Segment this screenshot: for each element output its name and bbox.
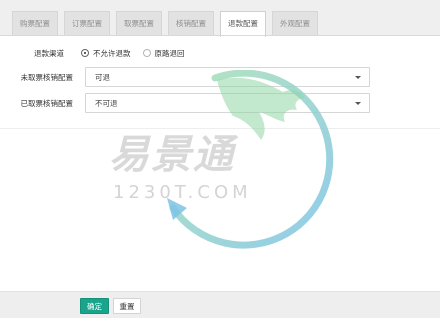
- ticketed-verify-select[interactable]: 不可退: [85, 93, 370, 113]
- tab-bar: 购票配置 订票配置 取票配置 核销配置 退款配置 外观配置: [0, 0, 440, 37]
- tab-refund-config[interactable]: 退款配置: [220, 11, 266, 37]
- unticketed-verify-label: 未取票核销配置: [20, 73, 74, 82]
- reset-button[interactable]: 重置: [113, 298, 141, 314]
- tab-bar-divider: [0, 35, 440, 36]
- tab-booking-config[interactable]: 订票配置: [64, 11, 110, 36]
- radio-option-original-route[interactable]: 原路退回: [142, 48, 185, 59]
- radio-option-no-refund[interactable]: 不允许退款: [81, 48, 131, 59]
- unticketed-verify-select[interactable]: 可退: [85, 67, 370, 87]
- radio-option-label: 不允许退款: [93, 48, 131, 58]
- watermark-domain-text: 1230T.COM: [113, 182, 252, 203]
- radio-option-label: 原路退回: [154, 48, 185, 58]
- caret-down-icon: [355, 76, 361, 79]
- tab-verify-config[interactable]: 核销配置: [168, 11, 214, 36]
- radio-unchecked-icon[interactable]: [142, 49, 151, 57]
- radio-checked-icon[interactable]: [81, 49, 89, 57]
- caret-down-icon: [355, 102, 361, 105]
- confirm-button[interactable]: 确定: [80, 298, 109, 314]
- watermark-brand-text: 易景通: [109, 132, 239, 178]
- tab-appearance-config[interactable]: 外观配置: [272, 11, 318, 36]
- tab-purchase-config[interactable]: 购票配置: [12, 11, 58, 36]
- select-value: 可退: [95, 73, 110, 82]
- ticketed-verify-label: 已取票核销配置: [20, 99, 74, 108]
- select-value: 不可退: [95, 99, 118, 108]
- refund-channel-label: 退款渠道: [34, 49, 64, 58]
- footer-bar: 确定 重置: [0, 291, 440, 318]
- tab-pickup-config[interactable]: 取票配置: [116, 11, 162, 36]
- form-divider: [0, 128, 440, 129]
- refund-channel-radio-group: 不允许退款 原路退回: [81, 47, 197, 59]
